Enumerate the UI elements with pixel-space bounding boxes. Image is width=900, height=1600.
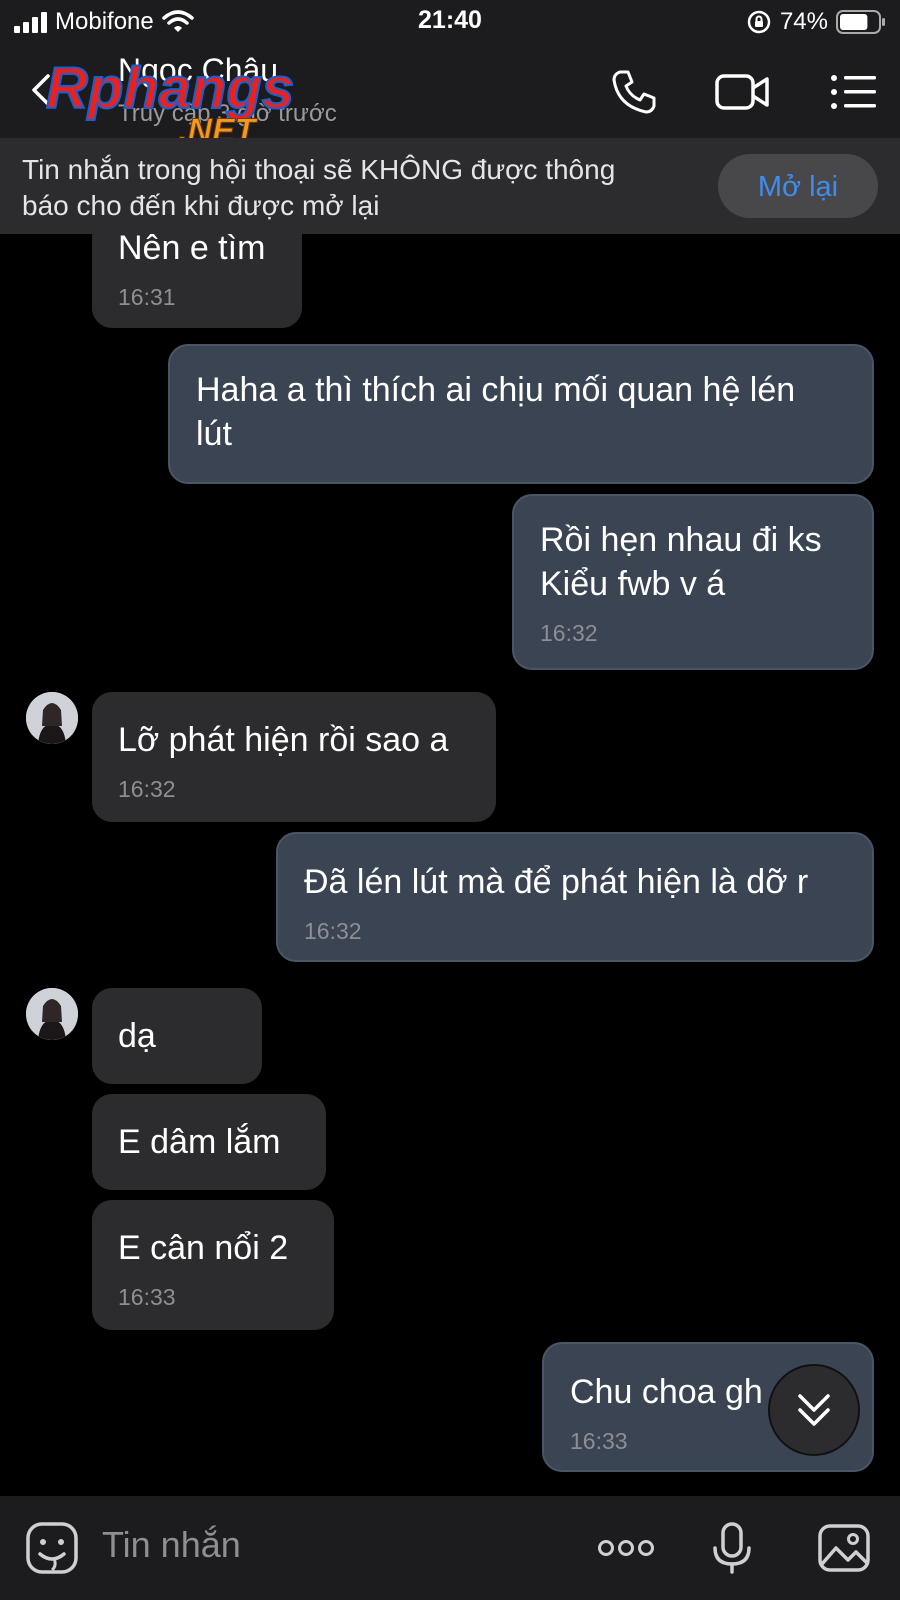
message-bubble-incoming[interactable]: E dâm lắm bbox=[92, 1094, 326, 1190]
status-bar: Mobifone 21:40 74% bbox=[0, 0, 900, 44]
scroll-to-bottom-button[interactable] bbox=[768, 1364, 860, 1456]
microphone-icon[interactable] bbox=[704, 1520, 760, 1576]
chat-header: Ngọc Châu Truy cập 3 giờ trước Rphangs .… bbox=[0, 44, 900, 148]
message-time: 16:32 bbox=[540, 620, 598, 646]
mute-notice-line-2: báo cho đến khi được mở lại bbox=[22, 190, 380, 221]
sticker-icon[interactable] bbox=[24, 1520, 80, 1576]
message-time: 16:32 bbox=[304, 918, 362, 944]
message-time: 16:32 bbox=[118, 776, 176, 802]
video-call-icon[interactable] bbox=[714, 66, 770, 118]
message-text: Lỡ phát hiện rồi sao a bbox=[118, 721, 449, 759]
message-bubble-outgoing[interactable]: Rồi hẹn nhau đi ks Kiểu fwb v á 16:32 bbox=[512, 494, 874, 670]
message-input[interactable]: Tin nhắn bbox=[102, 1524, 241, 1566]
battery-percent: 74% bbox=[779, 8, 828, 35]
message-text: Rồi hẹn nhau đi ks bbox=[540, 521, 822, 559]
double-chevron-down-icon bbox=[798, 1394, 830, 1426]
message-composer: Tin nhắn bbox=[0, 1496, 900, 1600]
message-bubble-incoming[interactable]: E cân nổi 2 16:33 bbox=[92, 1200, 334, 1330]
message-bubble-incoming[interactable]: Lỡ phát hiện rồi sao a 16:32 bbox=[92, 692, 496, 822]
menu-list-icon[interactable] bbox=[828, 66, 880, 118]
more-icon[interactable] bbox=[596, 1520, 656, 1576]
message-text: E dâm lắm bbox=[118, 1123, 281, 1161]
message-text: Đã lén lút mà để phát hiện là dỡ r bbox=[304, 863, 809, 901]
message-text: E cân nổi 2 bbox=[118, 1229, 289, 1267]
status-right: 74% bbox=[746, 6, 886, 38]
message-bubble-incoming[interactable]: dạ bbox=[92, 988, 262, 1084]
mute-notice-text: Tin nhắn trong hội thoại sẽ KHÔNG được t… bbox=[22, 152, 702, 224]
message-bubble-outgoing[interactable]: Haha a thì thích ai chịu mối quan hệ lén… bbox=[168, 344, 874, 484]
battery-icon bbox=[836, 10, 885, 34]
message-text: Nên e tìm bbox=[118, 234, 266, 267]
message-text: lút bbox=[196, 415, 232, 453]
reopen-notifications-button[interactable]: Mở lại bbox=[718, 154, 878, 218]
mute-notice-banner: Tin nhắn trong hội thoại sẽ KHÔNG được t… bbox=[0, 138, 900, 234]
svg-text:Rphangs: Rphangs bbox=[46, 56, 294, 121]
message-text: Kiểu fwb v á bbox=[540, 565, 726, 603]
image-icon[interactable] bbox=[816, 1520, 872, 1576]
rotation-lock-icon bbox=[747, 10, 771, 34]
contact-avatar[interactable] bbox=[26, 692, 78, 744]
phone-icon[interactable] bbox=[608, 66, 660, 118]
message-time: 16:31 bbox=[118, 284, 176, 310]
message-text: dạ bbox=[118, 1017, 156, 1055]
message-time: 16:33 bbox=[118, 1284, 176, 1310]
contact-avatar[interactable] bbox=[26, 988, 78, 1040]
message-list[interactable]: Nên e tìm 16:31 Haha a thì thích ai chịu… bbox=[0, 234, 900, 1496]
message-bubble-incoming[interactable]: Nên e tìm 16:31 bbox=[92, 234, 302, 328]
mute-notice-line-1: Tin nhắn trong hội thoại sẽ KHÔNG được t… bbox=[22, 154, 616, 185]
message-bubble-outgoing[interactable]: Đã lén lút mà để phát hiện là dỡ r 16:32 bbox=[276, 832, 874, 962]
watermark-logo: Rphangs .NET bbox=[45, 56, 295, 148]
message-text: Haha a thì thích ai chịu mối quan hệ lén bbox=[196, 371, 796, 409]
